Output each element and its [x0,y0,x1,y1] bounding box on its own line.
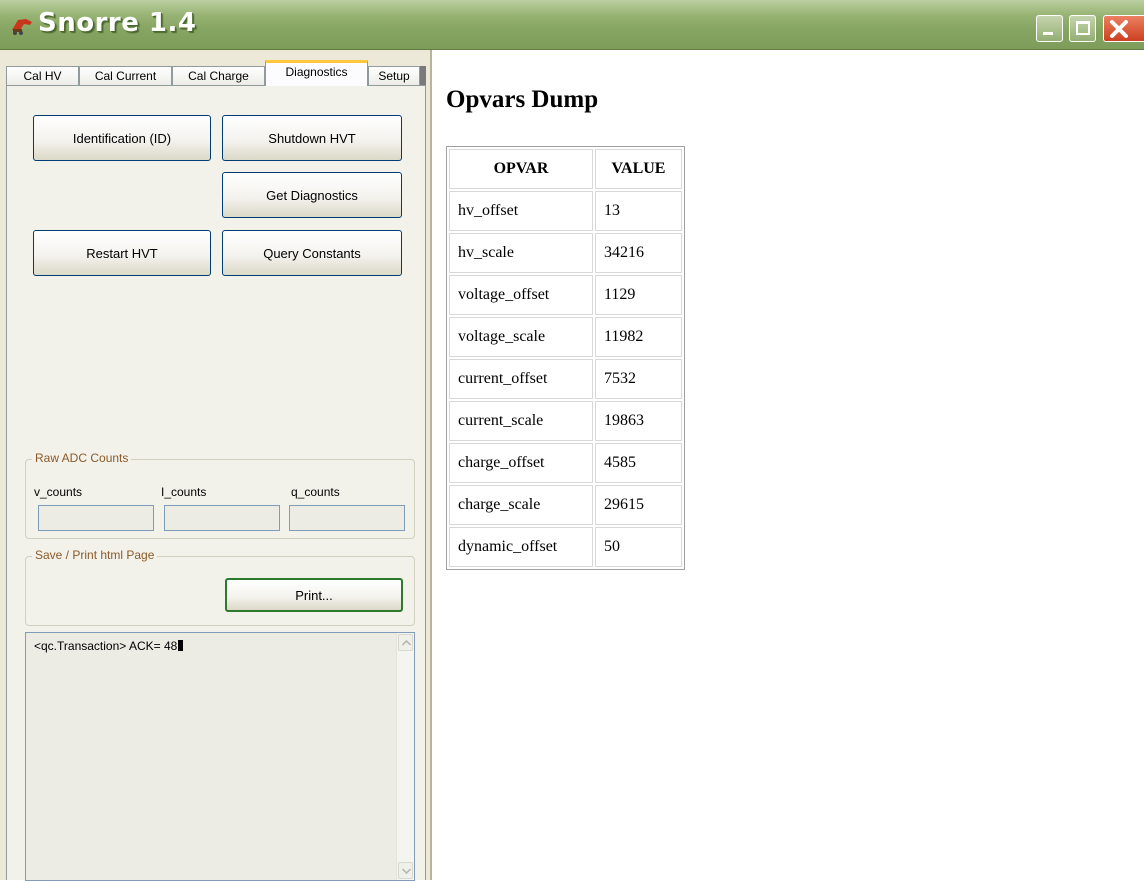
q-counts-field[interactable] [289,505,405,531]
title-bar[interactable]: Snorre 1.4 [0,0,1144,50]
opvar-name-cell: voltage_offset [449,275,593,315]
maximize-icon [1076,21,1090,35]
opvar-name-cell: charge_scale [449,485,593,525]
opvar-name-cell: current_scale [449,401,593,441]
save-print-legend: Save / Print html Page [32,548,158,562]
diagnostics-tab-page: Identification (ID) Shutdown HVT Get Dia… [6,85,426,881]
opvars-table-body: hv_offset 13 hv_scale 34216 voltage_offset 11… [449,191,682,567]
window-title: Snorre 1.4 [38,8,197,38]
i-counts-label: I_counts [161,485,207,499]
v-counts-label: v_counts [34,485,83,499]
table-row: hv_scale 34216 [449,233,682,273]
opvar-value-cell: 13 [595,191,682,231]
column-header-opvar: OPVAR [449,149,593,189]
app-logo-icon [10,16,36,36]
scroll-down-button[interactable] [398,862,413,879]
opvar-value-cell: 29615 [595,485,682,525]
table-row: current_scale 19863 [449,401,682,441]
table-row: current_offset 7532 [449,359,682,399]
opvar-name-cell: charge_offset [449,443,593,483]
opvar-value-cell: 34216 [595,233,682,273]
scroll-up-button[interactable] [398,634,413,651]
table-row: hv_offset 13 [449,191,682,231]
table-row: dynamic_offset 50 [449,527,682,567]
opvar-value-cell: 19863 [595,401,682,441]
tab-cal-current[interactable]: Cal Current [79,66,172,86]
opvar-value-cell: 4585 [595,443,682,483]
save-print-group: Save / Print html Page Print... [25,548,415,626]
opvars-table: OPVAR VALUE hv_offset 13 hv_scale 34216 volt… [446,146,685,570]
restart-hvt-button[interactable]: Restart HVT [33,230,211,276]
transaction-log[interactable]: <qc.Transaction> ACK= 48 [25,632,415,881]
query-constants-button[interactable]: Query Constants [222,230,402,276]
minimize-icon [1043,32,1053,35]
close-button[interactable] [1103,15,1144,42]
identification-button[interactable]: Identification (ID) [33,115,211,161]
opvar-name-cell: dynamic_offset [449,527,593,567]
opvar-value-cell: 7532 [595,359,682,399]
tab-cal-charge[interactable]: Cal Charge [172,66,265,86]
raw-adc-counts-group: Raw ADC Counts v_counts I_counts q_count… [25,451,415,539]
table-header-row: OPVAR VALUE [449,149,682,189]
tab-scroll-edge [420,66,426,86]
tab-strip: Cal HV Cal Current Cal Charge Diagnostic… [6,60,428,86]
maximize-button[interactable] [1069,15,1096,42]
log-scrollbar[interactable] [396,633,414,880]
v-counts-field[interactable] [38,505,154,531]
opvar-name-cell: current_offset [449,359,593,399]
table-row: charge_offset 4585 [449,443,682,483]
table-row: voltage_scale 11982 [449,317,682,357]
get-diagnostics-button[interactable]: Get Diagnostics [222,172,402,218]
print-button[interactable]: Print... [225,578,403,612]
opvar-name-cell: hv_offset [449,191,593,231]
raw-adc-counts-legend: Raw ADC Counts [32,451,132,465]
log-text: <qc.Transaction> ACK= 48 [34,639,178,653]
tab-cal-hv[interactable]: Cal HV [6,66,79,86]
column-header-value: VALUE [595,149,682,189]
text-caret [178,640,184,651]
control-panel: Cal HV Cal Current Cal Charge Diagnostic… [0,50,432,881]
opvar-name-cell: voltage_scale [449,317,593,357]
tab-setup[interactable]: Setup [368,66,420,86]
log-line: <qc.Transaction> ACK= 48 [34,639,184,653]
tab-diagnostics[interactable]: Diagnostics [265,60,368,86]
report-title: Opvars Dump [446,86,599,113]
shutdown-hvt-button[interactable]: Shutdown HVT [222,115,402,161]
table-row: voltage_offset 1129 [449,275,682,315]
i-counts-field[interactable] [164,505,280,531]
opvar-value-cell: 1129 [595,275,682,315]
opvar-value-cell: 50 [595,527,682,567]
minimize-button[interactable] [1036,15,1063,42]
opvar-value-cell: 11982 [595,317,682,357]
opvar-name-cell: hv_scale [449,233,593,273]
table-row: charge_scale 29615 [449,485,682,525]
q-counts-label: q_counts [291,485,340,499]
